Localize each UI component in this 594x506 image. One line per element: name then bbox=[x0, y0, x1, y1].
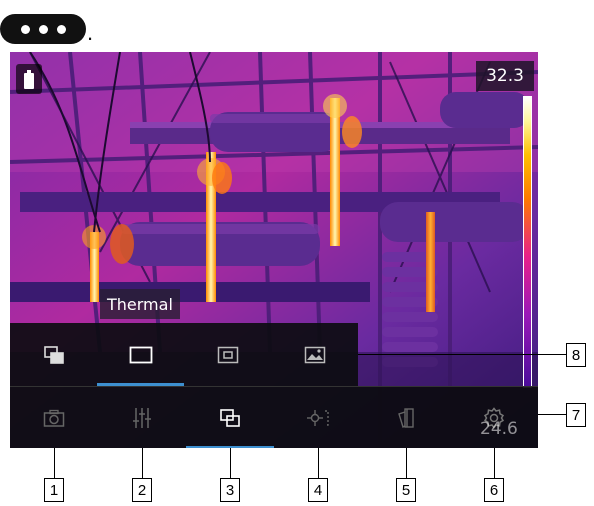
thermal-rectangle-icon bbox=[129, 346, 152, 363]
trailing-period: . bbox=[87, 20, 94, 45]
framed-rectangle-icon bbox=[217, 346, 238, 363]
callout-8: 8 bbox=[566, 343, 586, 367]
callout-4-line bbox=[318, 448, 319, 478]
more-menu-icon bbox=[0, 14, 86, 44]
sliders-icon bbox=[133, 408, 151, 428]
submenu-framed[interactable] bbox=[184, 323, 271, 386]
image-mode-label: Thermal bbox=[100, 289, 180, 319]
callout-7: 7 bbox=[566, 403, 586, 427]
toolbar-camera[interactable] bbox=[10, 387, 98, 448]
text-line-cutoff bbox=[0, 0, 594, 6]
callout-5-line bbox=[406, 448, 407, 478]
submenu-thermal[interactable] bbox=[97, 323, 184, 386]
image-mode-submenu bbox=[10, 323, 358, 386]
picture-in-picture-icon bbox=[43, 345, 64, 364]
submenu-picture-in-picture[interactable] bbox=[10, 323, 97, 386]
callout-1-line bbox=[54, 448, 55, 478]
image-icon bbox=[304, 346, 325, 363]
measurement-spot-icon bbox=[307, 410, 329, 426]
max-temperature: 32.3 bbox=[476, 61, 534, 91]
callout-2-line bbox=[142, 448, 143, 478]
camera-screen: 32.3 Thermal 24.6 bbox=[10, 52, 538, 448]
callout-6-line bbox=[494, 448, 495, 478]
toolbar-image-mode[interactable] bbox=[186, 387, 274, 448]
temperature-scale-bar bbox=[523, 96, 532, 388]
submenu-visual[interactable] bbox=[271, 323, 358, 386]
callout-8-line bbox=[358, 354, 566, 355]
callout-3: 3 bbox=[220, 478, 240, 502]
callout-3-line bbox=[230, 448, 231, 478]
main-toolbar bbox=[10, 386, 538, 448]
toolbar-measurement[interactable] bbox=[274, 387, 362, 448]
callout-1: 1 bbox=[44, 478, 64, 502]
toolbar-settings-sliders[interactable] bbox=[98, 387, 186, 448]
min-temperature: 24.6 bbox=[480, 419, 518, 439]
callout-6: 6 bbox=[484, 478, 504, 502]
color-palette-icon bbox=[398, 408, 414, 428]
image-mode-icon bbox=[220, 409, 240, 427]
battery-icon bbox=[16, 64, 42, 94]
callout-2: 2 bbox=[132, 478, 152, 502]
callout-7-line bbox=[538, 414, 566, 415]
callout-4: 4 bbox=[308, 478, 328, 502]
callout-5: 5 bbox=[396, 478, 416, 502]
camera-icon bbox=[43, 409, 65, 427]
toolbar-color[interactable] bbox=[362, 387, 450, 448]
